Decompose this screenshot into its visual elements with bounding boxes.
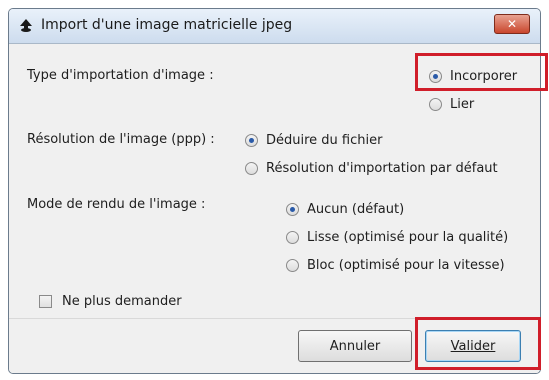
radio-button-checked[interactable] (429, 70, 442, 83)
radio-deduire[interactable]: Déduire du fichier (245, 133, 382, 148)
title-bar[interactable]: Import d'une image matricielle jpeg ✕ (9, 9, 540, 44)
radio-incorporer-label: Incorporer (450, 69, 518, 84)
radio-lier-label: Lier (450, 97, 475, 112)
import-type-label: Type d'importation d'image : (27, 68, 214, 83)
radio-lisse[interactable]: Lisse (optimisé pour la qualité) (286, 230, 508, 245)
inkscape-logo-icon (20, 19, 32, 32)
dont-ask-checkbox[interactable]: Ne plus demander (39, 294, 182, 309)
checkbox[interactable] (39, 295, 52, 308)
radio-button-checked[interactable] (245, 134, 258, 147)
dialog-content: Type d'importation d'image : Incorporer … (9, 44, 540, 319)
ok-button-label: Valider (450, 338, 496, 354)
dialog-title: Import d'une image matricielle jpeg (41, 17, 293, 33)
import-dialog: Import d'une image matricielle jpeg ✕ Ty… (8, 8, 541, 374)
radio-lier[interactable]: Lier (429, 97, 474, 112)
resolution-label: Résolution de l'image (ppp) : (27, 132, 215, 147)
ok-button[interactable]: Valider (425, 330, 521, 362)
cancel-button[interactable]: Annuler (298, 330, 412, 362)
radio-deduire-label: Déduire du fichier (266, 133, 383, 148)
radio-default-resolution[interactable]: Résolution d'importation par défaut (245, 161, 498, 176)
radio-default-resolution-label: Résolution d'importation par défaut (266, 161, 498, 176)
dont-ask-label: Ne plus demander (62, 294, 182, 309)
radio-button[interactable] (286, 231, 299, 244)
radio-button[interactable] (429, 98, 442, 111)
radio-bloc-label: Bloc (optimisé pour la vitesse) (307, 258, 505, 273)
radio-incorporer[interactable]: Incorporer (429, 69, 517, 84)
radio-bloc[interactable]: Bloc (optimisé pour la vitesse) (286, 258, 505, 273)
radio-aucun[interactable]: Aucun (défaut) (286, 202, 404, 217)
radio-aucun-label: Aucun (défaut) (307, 202, 405, 217)
radio-button[interactable] (286, 259, 299, 272)
close-button[interactable]: ✕ (494, 14, 530, 34)
render-mode-label: Mode de rendu de l'image : (27, 197, 206, 212)
cancel-button-label: Annuler (329, 338, 381, 354)
dialog-footer: Annuler Valider (9, 318, 540, 373)
radio-button[interactable] (245, 162, 258, 175)
close-icon: ✕ (506, 17, 518, 31)
radio-lisse-label: Lisse (optimisé pour la qualité) (307, 230, 509, 245)
radio-button-checked[interactable] (286, 203, 299, 216)
